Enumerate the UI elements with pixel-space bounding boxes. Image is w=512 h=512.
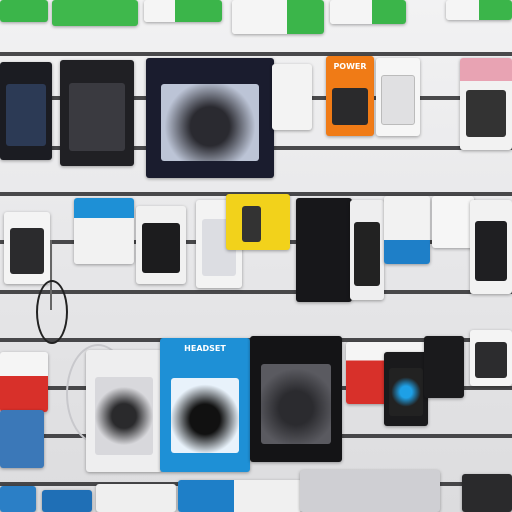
numeric-keypad-box bbox=[136, 206, 186, 284]
headset-box-label: HEADSET bbox=[184, 344, 226, 353]
blue-headset-box: HEADSET bbox=[160, 338, 250, 472]
black-product-pack bbox=[300, 470, 440, 512]
white-product-box bbox=[432, 196, 474, 248]
headset-pack bbox=[86, 350, 162, 472]
store-wall-scene: HEADSET POWER bbox=[0, 0, 512, 512]
blue-product-box bbox=[0, 486, 36, 512]
blue-product-box bbox=[42, 490, 92, 512]
pink-product-box bbox=[460, 58, 512, 150]
blue-product-box bbox=[178, 480, 302, 512]
coiled-cable bbox=[36, 280, 68, 344]
green-product-box bbox=[232, 0, 324, 34]
black-product-pack bbox=[462, 474, 512, 512]
white-cable-pack bbox=[350, 200, 384, 300]
black-cable-pack bbox=[296, 198, 352, 302]
black-earphone-pack bbox=[470, 330, 512, 386]
black-headset-box bbox=[250, 336, 342, 462]
blue-white-cable-box bbox=[384, 196, 430, 264]
red-product-box bbox=[0, 352, 48, 412]
white-charger-box bbox=[4, 212, 50, 284]
green-product-box bbox=[446, 0, 512, 20]
white-product-box bbox=[96, 484, 176, 512]
shelf-rail-6 bbox=[0, 290, 512, 294]
white-product-box bbox=[272, 64, 312, 130]
yellow-product-box bbox=[226, 194, 290, 250]
blue-cable-pack bbox=[74, 198, 134, 264]
game-controller-pack bbox=[146, 58, 274, 178]
blue-photo-box bbox=[0, 410, 44, 468]
green-product-box bbox=[52, 0, 138, 26]
black-blister-pack bbox=[0, 62, 52, 160]
black-product-pack bbox=[424, 336, 464, 398]
power-bank-label: POWER bbox=[333, 62, 367, 71]
green-product-box bbox=[0, 0, 48, 22]
green-product-box bbox=[144, 0, 222, 22]
green-product-box bbox=[330, 0, 406, 24]
black-speaker-box bbox=[384, 352, 428, 426]
white-power-bank-box bbox=[376, 58, 420, 136]
black-blister-pack bbox=[60, 60, 134, 166]
shelf-rail-1 bbox=[0, 52, 512, 56]
white-phone-case-box bbox=[470, 200, 512, 294]
